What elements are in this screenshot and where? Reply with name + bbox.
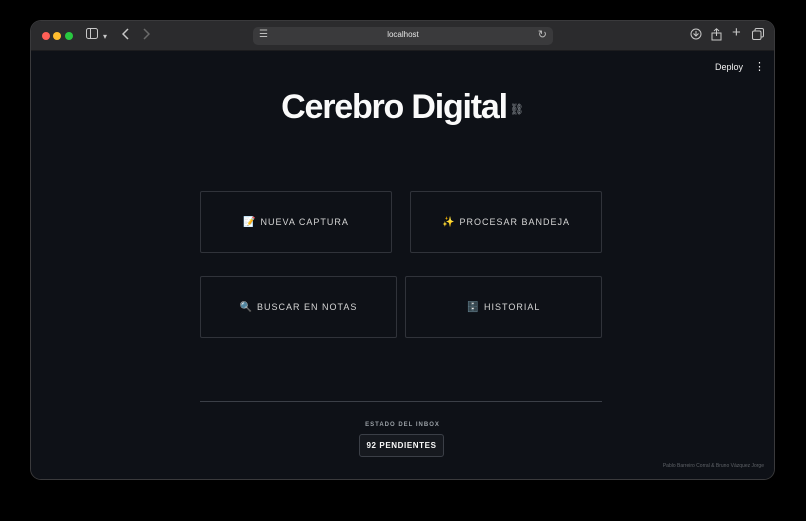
- inbox-status-label: ESTADO DEL INBOX: [365, 422, 440, 428]
- card-label: NUEVA CAPTURA: [260, 217, 349, 227]
- maximize-window-button[interactable]: [65, 32, 73, 40]
- card-label: PROCESAR BANDEJA: [459, 217, 570, 227]
- page-title: Cerebro Digital ⛓: [31, 88, 774, 127]
- divider: [200, 401, 602, 402]
- chevron-down-icon[interactable]: ▾: [103, 30, 107, 44]
- share-icon[interactable]: [711, 28, 722, 44]
- historial-button[interactable]: 🗄️ HISTORIAL: [405, 276, 602, 338]
- address-bar[interactable]: ☰ localhost ↻: [253, 27, 553, 45]
- magnifier-icon: 🔍: [239, 301, 254, 313]
- new-tab-icon[interactable]: +: [732, 25, 741, 40]
- pending-count-badge: 92 PENDIENTES: [359, 434, 444, 457]
- file-cabinet-icon: 🗄️: [466, 301, 481, 313]
- link-anchor-icon[interactable]: ⛓: [510, 104, 524, 116]
- card-label: HISTORIAL: [484, 302, 541, 312]
- nueva-captura-button[interactable]: 📝 NUEVA CAPTURA: [200, 191, 392, 253]
- procesar-bandeja-button[interactable]: ✨ PROCESAR BANDEJA: [410, 191, 602, 253]
- tab-overview-icon[interactable]: [752, 28, 764, 43]
- browser-titlebar: ▾ ☰ localhost ↻ +: [31, 21, 774, 51]
- url-text: localhost: [387, 30, 419, 39]
- page-title-text: Cerebro Digital: [281, 88, 508, 126]
- close-window-button[interactable]: [42, 32, 50, 40]
- app-content: Deploy ⋮ Cerebro Digital ⛓ 📝 NUEVA CAPTUR…: [31, 51, 774, 479]
- download-icon[interactable]: [690, 28, 702, 43]
- forward-arrow-icon[interactable]: [142, 28, 151, 43]
- deploy-button[interactable]: Deploy: [715, 62, 743, 72]
- sparkles-icon: ✨: [442, 216, 456, 228]
- buscar-en-notas-button[interactable]: 🔍 BUSCAR EN NOTAS: [200, 276, 397, 338]
- memo-icon: 📝: [243, 216, 257, 228]
- sidebar-toggle-icon[interactable]: [86, 28, 98, 42]
- minimize-window-button[interactable]: [53, 32, 61, 40]
- credits-text: Pablo Barreiro Corral & Bruno Vázquez Jo…: [662, 463, 764, 469]
- browser-window: ▾ ☰ localhost ↻ + Deploy ⋮ Cerebro Digit…: [31, 21, 774, 479]
- main-menu-icon[interactable]: ⋮: [754, 60, 765, 73]
- reload-icon[interactable]: ↻: [538, 28, 547, 41]
- back-arrow-icon[interactable]: [121, 28, 130, 43]
- card-label: BUSCAR EN NOTAS: [257, 302, 358, 312]
